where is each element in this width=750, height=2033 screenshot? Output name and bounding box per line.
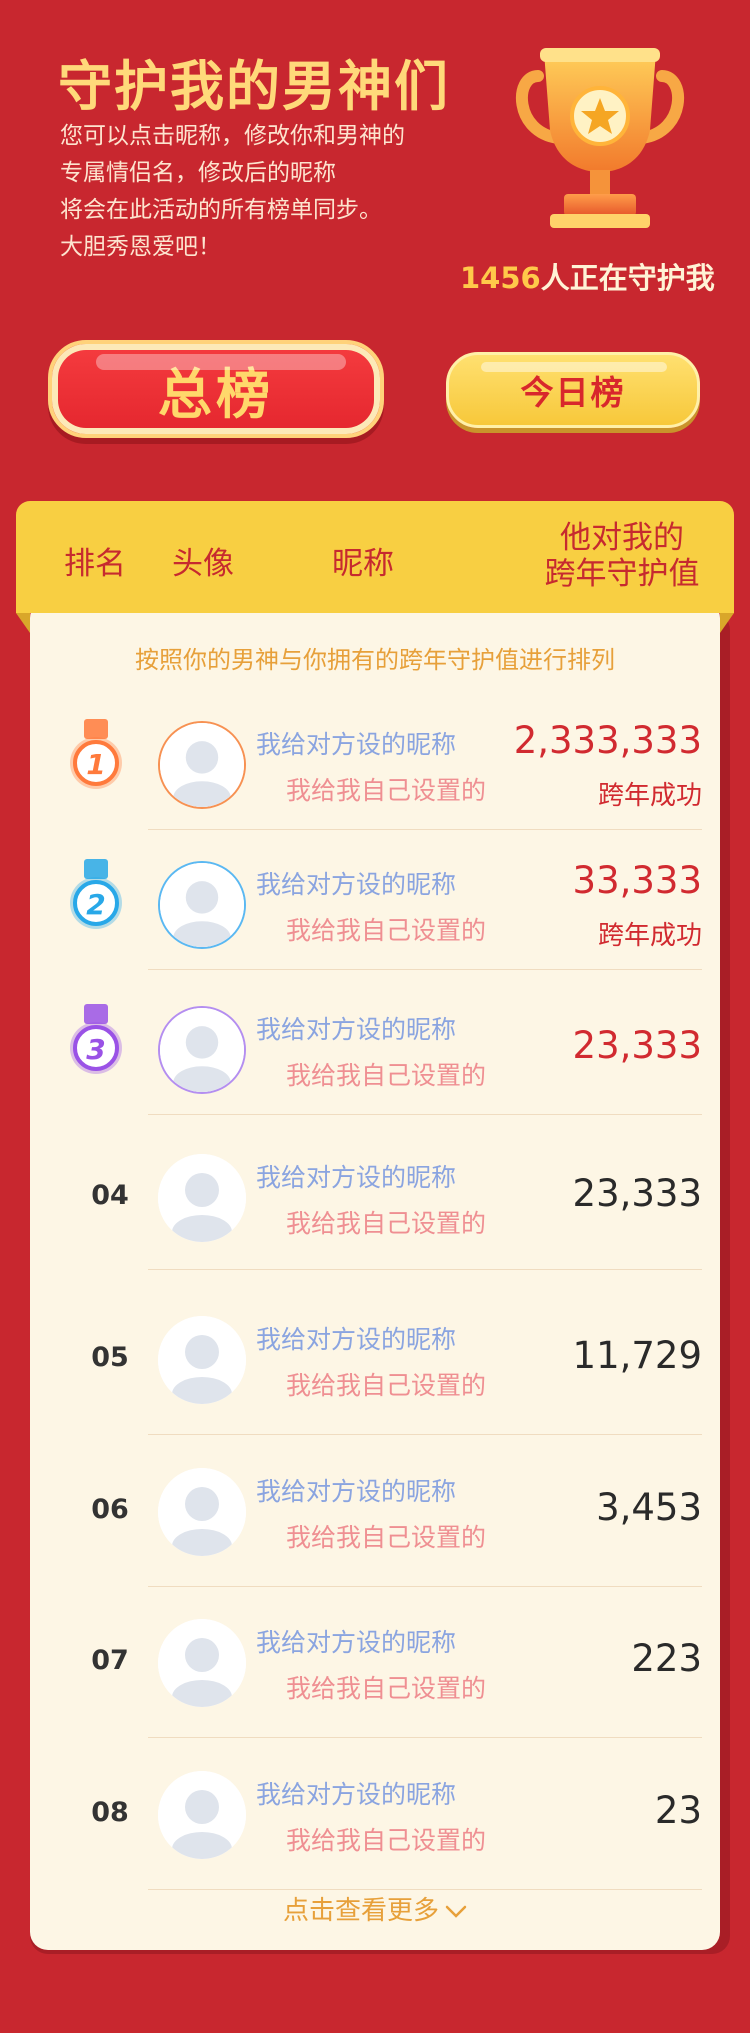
avatar[interactable] <box>158 1153 246 1242</box>
guardian-count-number: 1456 <box>460 261 541 295</box>
guardian-count-label: 人正在守护我 <box>540 261 715 295</box>
board-note: 按照你的男神与你拥有的跨年守护值进行排列 <box>135 646 615 674</box>
svg-text:3: 3 <box>86 1033 105 1066</box>
guard-value: 33,333 <box>572 859 702 902</box>
intro-line: 专属情侣名，修改后的昵称 <box>60 160 336 186</box>
avatar[interactable] <box>158 1006 246 1094</box>
avatar[interactable] <box>158 1771 246 1859</box>
avatar[interactable] <box>158 1619 246 1707</box>
show-more-label: 点击查看更多 <box>282 1896 439 1926</box>
row-divider <box>148 1586 702 1587</box>
tab-today-label: 今日榜 <box>520 373 626 412</box>
medal-3-icon: 3 <box>70 1004 122 1074</box>
guardian-count: 1456人正在守护我 <box>460 255 715 297</box>
avatar[interactable] <box>158 1316 246 1404</box>
self-nickname[interactable]: 我给我自己设置的 <box>286 1518 486 1554</box>
intro-line: 大胆秀恩爱吧！ <box>60 234 221 260</box>
column-avatar: 头像 <box>172 546 234 582</box>
column-nickname: 昵称 <box>332 546 394 582</box>
guard-value: 2,333,333 <box>513 719 702 762</box>
medal-1-icon: 1 <box>70 719 122 789</box>
ranking-row: 1 我给对方设的昵称我给我自己设置的 2,333,333 跨年成功 <box>48 700 702 830</box>
medal-2-icon: 2 <box>70 859 122 929</box>
ranking-row: 08 我给对方设的昵称我给我自己设置的 23 <box>48 1740 702 1890</box>
avatar[interactable] <box>158 721 246 809</box>
rank-number: 07 <box>91 1645 129 1676</box>
avatar-placeholder-icon <box>160 1008 244 1092</box>
avatar[interactable] <box>158 1468 246 1556</box>
guard-value: 3,453 <box>596 1486 702 1529</box>
column-rank: 排名 <box>64 546 126 582</box>
avatar[interactable] <box>158 861 246 949</box>
avatar-placeholder-icon <box>160 723 244 807</box>
tab-total-ranking[interactable]: 总榜 <box>48 340 384 438</box>
ranking-row: 3 我给对方设的昵称我给我自己设置的 23,333 <box>48 985 702 1115</box>
row-divider <box>148 1114 702 1115</box>
column-value-line2: 跨年守护值 <box>544 556 700 592</box>
partner-nickname[interactable]: 我给对方设的昵称 <box>256 1472 456 1508</box>
partner-nickname[interactable]: 我给对方设的昵称 <box>256 1775 456 1811</box>
row-divider <box>148 1434 702 1435</box>
guard-value: 23,333 <box>572 1024 702 1067</box>
partner-nickname[interactable]: 我给对方设的昵称 <box>256 1320 456 1356</box>
ranking-row: 07 我给对方设的昵称我给我自己设置的 223 <box>48 1588 702 1738</box>
ranking-row: 05 我给对方设的昵称我给我自己设置的 11,729 <box>48 1285 702 1435</box>
rank-number: 05 <box>91 1342 129 1373</box>
avatar-placeholder-icon <box>158 1468 246 1556</box>
intro-line: 您可以点击昵称，修改你和男神的 <box>60 123 405 149</box>
avatar-placeholder-icon <box>160 863 244 947</box>
row-divider <box>148 1269 702 1270</box>
self-nickname[interactable]: 我给我自己设置的 <box>286 1056 486 1092</box>
row-divider <box>148 969 702 970</box>
row-divider <box>148 829 702 830</box>
partner-nickname[interactable]: 我给对方设的昵称 <box>256 1158 456 1194</box>
rank-number: 04 <box>91 1179 129 1211</box>
chevron-down-icon <box>445 1905 467 1918</box>
guard-value: 23,333 <box>572 1171 702 1215</box>
intro-text: 您可以点击昵称，修改你和男神的 专属情侣名，修改后的昵称 将会在此活动的所有榜单… <box>60 118 460 266</box>
guard-value: 11,729 <box>572 1334 702 1377</box>
self-nickname[interactable]: 我给我自己设置的 <box>286 771 486 807</box>
self-nickname[interactable]: 我给我自己设置的 <box>286 1366 486 1402</box>
avatar-placeholder-icon <box>158 1153 246 1242</box>
svg-text:2: 2 <box>86 888 105 921</box>
column-value: 他对我的 跨年守护值 <box>532 520 712 592</box>
intro-line: 将会在此活动的所有榜单同步。 <box>60 197 382 223</box>
trophy-icon <box>515 48 685 228</box>
tab-total-label: 总榜 <box>158 362 274 426</box>
partner-nickname[interactable]: 我给对方设的昵称 <box>256 725 456 761</box>
status-badge: 跨年成功 <box>597 921 702 951</box>
row-divider <box>148 1737 702 1738</box>
partner-nickname[interactable]: 我给对方设的昵称 <box>256 865 456 901</box>
show-more-button[interactable]: 点击查看更多 <box>0 1890 750 1927</box>
partner-nickname[interactable]: 我给对方设的昵称 <box>256 1010 456 1046</box>
rank-number: 08 <box>91 1797 129 1828</box>
column-value-line1: 他对我的 <box>560 520 684 556</box>
self-nickname[interactable]: 我给我自己设置的 <box>286 1204 486 1240</box>
partner-nickname[interactable]: 我给对方设的昵称 <box>256 1623 456 1659</box>
guard-value: 23 <box>654 1789 702 1832</box>
self-nickname[interactable]: 我给我自己设置的 <box>286 1669 486 1705</box>
avatar-placeholder-icon <box>158 1316 246 1404</box>
tab-today-ranking[interactable]: 今日榜 <box>446 352 700 428</box>
guard-value: 223 <box>631 1637 702 1680</box>
self-nickname[interactable]: 我给我自己设置的 <box>286 911 486 947</box>
page-title: 守护我的男神们 <box>58 55 450 118</box>
rank-number: 06 <box>91 1494 129 1525</box>
ranking-row: 04 我给对方设的昵称我给我自己设置的 23,333 <box>48 1125 702 1270</box>
svg-text:1: 1 <box>86 748 105 781</box>
ranking-row: 2 我给对方设的昵称我给我自己设置的 33,333 跨年成功 <box>48 840 702 970</box>
avatar-placeholder-icon <box>158 1771 246 1859</box>
status-badge: 跨年成功 <box>597 781 702 811</box>
avatar-placeholder-icon <box>158 1619 246 1707</box>
ranking-row: 06 我给对方设的昵称我给我自己设置的 3,453 <box>48 1437 702 1587</box>
self-nickname[interactable]: 我给我自己设置的 <box>286 1821 486 1857</box>
